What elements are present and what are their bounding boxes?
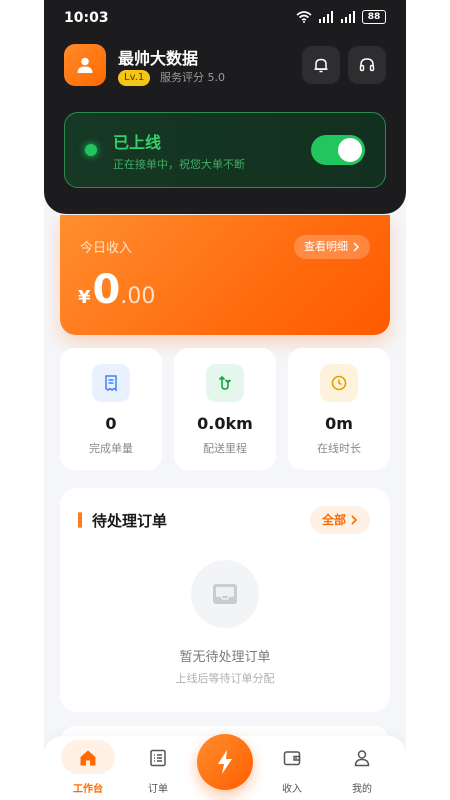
- level-badge: Lv.1: [118, 70, 151, 86]
- nav-label: 订单: [148, 784, 168, 795]
- person-icon: [354, 750, 370, 767]
- home-icon: [80, 750, 96, 766]
- view-details-button[interactable]: 查看明细: [294, 235, 370, 259]
- wallet-icon: [283, 751, 301, 766]
- pending-orders-title: 待处理订单: [92, 512, 168, 530]
- stat-value: 0.0km: [197, 414, 253, 433]
- stat-card-distance[interactable]: 0.0km 配送里程: [174, 348, 276, 470]
- online-status-title: 已上线: [113, 133, 162, 152]
- nav-label: 收入: [282, 784, 302, 795]
- status-bar: 10:03 88: [44, 0, 406, 36]
- bottom-navigation: 工作台 订单 收入 我的: [44, 734, 406, 800]
- app-screen: 10:03 88 最帅大数据 Lv.1 服务评分 5.0 已上线 正在接单中，祝…: [44, 0, 406, 800]
- wifi-icon: [296, 11, 312, 23]
- income-card: 今日收入 查看明细 ¥ 0 .00: [60, 215, 390, 335]
- view-details-label: 查看明细: [304, 240, 348, 253]
- online-status-subtitle: 正在接单中，祝您大单不断: [113, 158, 245, 171]
- service-score: 服务评分 5.0: [160, 71, 225, 84]
- online-status-card: 已上线 正在接单中，祝您大单不断: [64, 112, 386, 188]
- stat-value: 0m: [325, 414, 353, 433]
- headset-icon: [359, 58, 375, 72]
- income-integer: 0: [92, 267, 121, 313]
- pending-orders-card: 待处理订单 全部 暂无待处理订单 上线后等待订单分配: [60, 488, 390, 712]
- stat-label: 配送里程: [203, 442, 247, 455]
- stat-card-completed[interactable]: 0 完成单量: [60, 348, 162, 470]
- customer-service-button[interactable]: [348, 46, 386, 84]
- quick-action-button[interactable]: [197, 734, 253, 790]
- income-currency: ¥: [78, 287, 91, 308]
- all-orders-label: 全部: [321, 513, 346, 527]
- inbox-icon: [191, 560, 259, 628]
- clock-icon: [320, 364, 358, 402]
- receipt-icon: [92, 364, 130, 402]
- battery-icon: 88: [362, 10, 386, 24]
- nav-item-income[interactable]: 收入: [262, 736, 322, 800]
- nav-item-workbench[interactable]: 工作台: [58, 736, 118, 800]
- notification-button[interactable]: [302, 46, 340, 84]
- income-decimal: .00: [120, 284, 156, 309]
- toggle-knob: [338, 138, 362, 162]
- stat-value: 0: [105, 414, 117, 433]
- nav-item-orders[interactable]: 订单: [128, 736, 188, 800]
- stat-label: 完成单量: [89, 442, 133, 455]
- stat-label: 在线时长: [317, 442, 361, 455]
- income-amount: ¥ 0 .00: [78, 267, 155, 313]
- nav-label: 我的: [352, 784, 372, 795]
- all-orders-button[interactable]: 全部: [309, 506, 370, 534]
- chevron-right-icon: [353, 242, 360, 252]
- section-accent-bar: [78, 512, 82, 528]
- signal-icon: [319, 11, 333, 23]
- empty-state-subtitle: 上线后等待订单分配: [175, 672, 275, 685]
- person-icon: [77, 57, 93, 73]
- online-toggle[interactable]: [311, 135, 365, 165]
- income-label: 今日收入: [80, 241, 133, 256]
- status-time: 10:03: [64, 10, 109, 26]
- user-name: 最帅大数据: [118, 49, 199, 68]
- lightning-icon: [218, 750, 232, 774]
- signal-icon-2: [341, 11, 355, 23]
- route-icon: [206, 364, 244, 402]
- stat-card-online-time[interactable]: 0m 在线时长: [288, 348, 390, 470]
- nav-item-mine[interactable]: 我的: [332, 736, 392, 800]
- online-indicator-dot: [85, 144, 97, 156]
- empty-state-title: 暂无待处理订单: [179, 650, 271, 665]
- status-icons: 88: [296, 10, 386, 24]
- list-icon: [150, 749, 166, 767]
- dark-header: 10:03 88 最帅大数据 Lv.1 服务评分 5.0 已上线 正在接单中，祝…: [44, 0, 406, 214]
- nav-label: 工作台: [73, 784, 103, 795]
- bell-icon: [314, 58, 328, 73]
- chevron-right-icon: [351, 515, 358, 525]
- avatar[interactable]: [64, 44, 106, 86]
